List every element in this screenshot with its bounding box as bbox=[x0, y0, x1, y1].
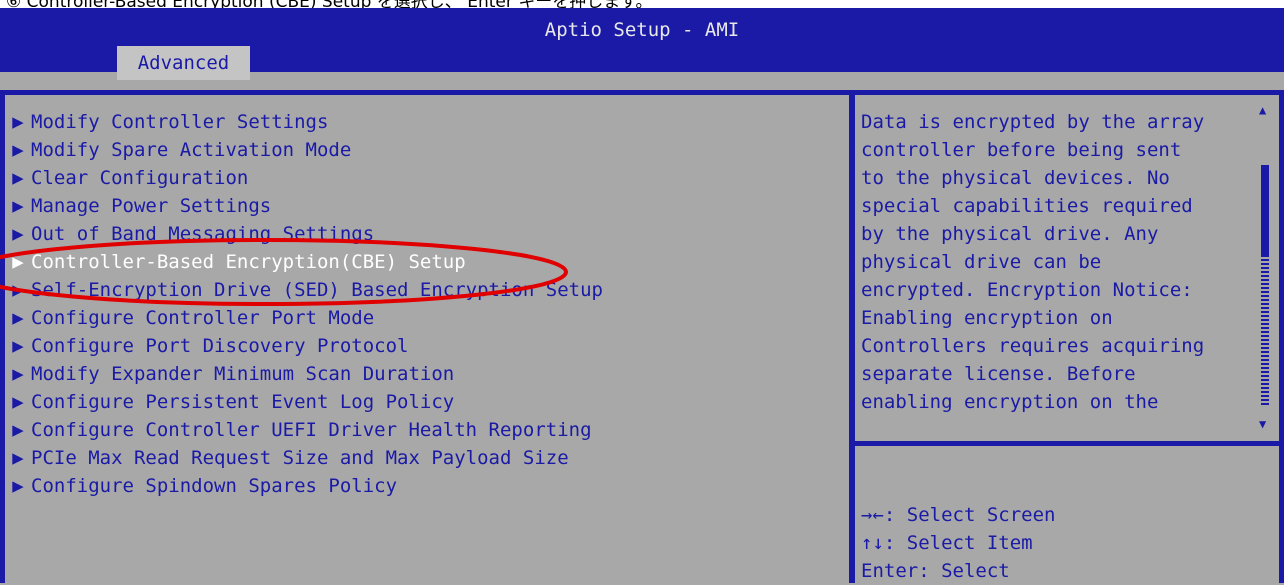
menu-item-label: Configure Port Discovery Protocol bbox=[31, 335, 409, 357]
help-text-line: by the physical drive. Any bbox=[861, 223, 1159, 245]
help-text-line: Data is encrypted by the array bbox=[861, 111, 1205, 133]
submenu-arrow-icon: ▶ bbox=[12, 251, 24, 273]
help-panel: ▲ ▼ Data is encrypted by the array contro… bbox=[855, 95, 1279, 441]
key-legend-line: Enter: Select bbox=[861, 560, 1010, 582]
submenu-arrow-icon: ▶ bbox=[12, 111, 24, 133]
setup-body: ▶ Modify Controller Settings ▶ Modify Spare… bbox=[0, 90, 1284, 583]
tab-advanced[interactable]: Advanced bbox=[117, 46, 250, 80]
menu-item-label: Configure Controller Port Mode bbox=[31, 307, 375, 329]
menu-item-label: Manage Power Settings bbox=[31, 195, 272, 217]
help-text-line: encrypted. Encryption Notice: bbox=[861, 279, 1193, 301]
key-legend-panel: →←: Select Screen ↑↓: Select Item Enter: S… bbox=[855, 446, 1279, 583]
menu-item[interactable]: ▶ Out of Band Messaging Settings bbox=[5, 220, 374, 248]
menu-item[interactable]: ▶ Configure Controller UEFI Driver Health… bbox=[5, 416, 592, 444]
menu-item[interactable]: ▶ Manage Power Settings bbox=[5, 192, 271, 220]
menu-item-label: PCIe Max Read Request Size and Max Paylo… bbox=[31, 447, 569, 469]
submenu-arrow-icon: ▶ bbox=[12, 167, 24, 189]
submenu-arrow-icon: ▶ bbox=[12, 139, 24, 161]
menu-item[interactable]: ▶ Configure Persistent Event Log Policy bbox=[5, 388, 454, 416]
menu-item[interactable]: ▶ Configure Spindown Spares Policy bbox=[5, 472, 397, 500]
key-legend-line: ↑↓: Select Item bbox=[861, 532, 1033, 554]
submenu-arrow-icon: ▶ bbox=[12, 279, 24, 301]
key-legend-line: →←: Select Screen bbox=[861, 504, 1056, 526]
instruction-caption: ⑥ Controller-Based Encryption (CBE) Setu… bbox=[0, 0, 1284, 8]
menu-item-label: Modify Expander Minimum Scan Duration bbox=[31, 363, 455, 385]
menu-item[interactable]: ▶ Clear Configuration bbox=[5, 164, 248, 192]
submenu-arrow-icon: ▶ bbox=[12, 335, 24, 357]
menu-item[interactable]: ▶ Modify Expander Minimum Scan Duration bbox=[5, 360, 454, 388]
help-text-line: Enabling encryption on bbox=[861, 307, 1113, 329]
menu-item-label: Configure Persistent Event Log Policy bbox=[31, 391, 455, 413]
submenu-arrow-icon: ▶ bbox=[12, 363, 24, 385]
menu-item[interactable]: ▶ Configure Port Discovery Protocol bbox=[5, 332, 409, 360]
menu-item[interactable]: ▶ Modify Controller Settings bbox=[5, 108, 328, 136]
menu-item-label: Clear Configuration bbox=[31, 167, 249, 189]
help-text-line: controller before being sent bbox=[861, 139, 1182, 161]
menu-panel: ▶ Modify Controller Settings ▶ Modify Spare… bbox=[5, 95, 849, 583]
menu-item-label: Modify Controller Settings bbox=[31, 111, 329, 133]
menu-item[interactable]: ▶ Modify Spare Activation Mode bbox=[5, 136, 351, 164]
menu-item-label: Configure Spindown Spares Policy bbox=[31, 475, 398, 497]
submenu-arrow-icon: ▶ bbox=[12, 447, 24, 469]
submenu-arrow-icon: ▶ bbox=[12, 307, 24, 329]
menu-item-label: Controller-Based Encryption(CBE) Setup bbox=[31, 251, 466, 273]
menu-item[interactable]: ▶ Configure Controller Port Mode bbox=[5, 304, 374, 332]
scrollbar-track[interactable] bbox=[1261, 255, 1269, 405]
menu-item[interactable]: ▶ Controller-Based Encryption(CBE) Setup bbox=[5, 248, 466, 276]
scroll-down-icon[interactable]: ▼ bbox=[1259, 417, 1266, 431]
scrollbar-thumb[interactable] bbox=[1261, 165, 1269, 255]
menu-item-label: Configure Controller UEFI Driver Health … bbox=[31, 419, 592, 441]
menu-item[interactable]: ▶ Self-Encryption Drive (SED) Based Encry… bbox=[5, 276, 603, 304]
submenu-arrow-icon: ▶ bbox=[12, 195, 24, 217]
menu-item-label: Out of Band Messaging Settings bbox=[31, 223, 375, 245]
app-title: Aptio Setup - AMI bbox=[544, 19, 740, 41]
help-text-line: special capabilities required bbox=[861, 195, 1193, 217]
menu-item[interactable]: ▶ PCIe Max Read Request Size and Max Payl… bbox=[5, 444, 569, 472]
submenu-arrow-icon: ▶ bbox=[12, 223, 24, 245]
menu-item-label: Self-Encryption Drive (SED) Based Encryp… bbox=[31, 279, 603, 301]
help-text-line: Controllers requires acquiring bbox=[861, 335, 1205, 357]
help-text-line: enabling encryption on the bbox=[861, 391, 1159, 413]
scroll-up-icon[interactable]: ▲ bbox=[1259, 103, 1266, 117]
submenu-arrow-icon: ▶ bbox=[12, 391, 24, 413]
submenu-arrow-icon: ▶ bbox=[12, 419, 24, 441]
submenu-arrow-icon: ▶ bbox=[12, 475, 24, 497]
help-text-line: to the physical devices. No bbox=[861, 167, 1170, 189]
help-text-line: physical drive can be bbox=[861, 251, 1102, 273]
menu-item-label: Modify Spare Activation Mode bbox=[31, 139, 352, 161]
help-text-line: separate license. Before bbox=[861, 363, 1136, 385]
title-bar: Aptio Setup - AMI Advanced bbox=[0, 8, 1284, 80]
